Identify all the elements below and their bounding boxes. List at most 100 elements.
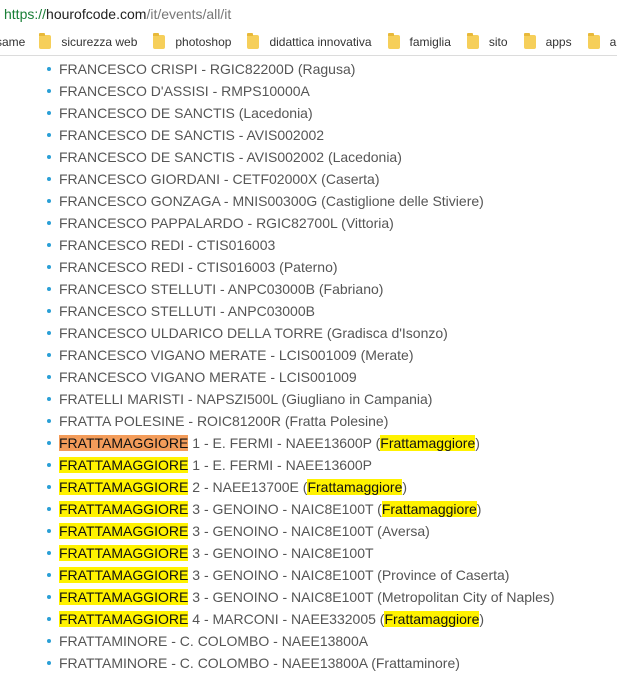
list-item: FRANCESCO DE SANCTIS (Lacedonia): [0, 102, 617, 124]
list-item: FRANCESCO DE SANCTIS - AVIS002002 (Laced…: [0, 146, 617, 168]
bookmark-folder-famiglia[interactable]: famiglia: [387, 32, 451, 49]
search-highlight: FRATTAMAGGIORE: [59, 435, 189, 451]
list-item: FRATTAMAGGIORE 1 - E. FERMI - NAEE13600P: [0, 454, 617, 476]
bullet-icon: [47, 507, 51, 511]
bookmarks-bar: same sicurezza web photoshop didattica i…: [0, 28, 617, 56]
event-text: ): [402, 479, 408, 495]
list-item: FRANCESCO VIGANO MERATE - LCIS001009 (Me…: [0, 344, 617, 366]
event-text: FRANCESCO REDI - CTIS016003 (Paterno): [59, 259, 338, 275]
bookmark-folder-photoshop[interactable]: photoshop: [153, 32, 231, 49]
event-text: FRANCESCO GONZAGA - MNIS00300G (Castigli…: [59, 193, 484, 209]
bookmark-folder-sito[interactable]: sito: [466, 32, 508, 49]
list-item: FRANCESCO REDI - CTIS016003 (Paterno): [0, 256, 617, 278]
list-item: FRATTA POLESINE - ROIC81200R (Fratta Pol…: [0, 410, 617, 432]
list-item: FRANCESCO STELLUTI - ANPC03000B: [0, 300, 617, 322]
search-highlight: Frattamaggiore: [380, 435, 476, 451]
bullet-icon: [47, 375, 51, 379]
list-item: FRANCESCO ULDARICO DELLA TORRE (Gradisca…: [0, 322, 617, 344]
event-link[interactable]: FRANCESCO VIGANO MERATE - LCIS001009: [59, 369, 357, 385]
bullet-icon: [47, 441, 51, 445]
event-link[interactable]: FRATTAMINORE - C. COLOMBO - NAEE13800A (…: [59, 655, 460, 671]
bullet-icon: [47, 485, 51, 489]
address-bar[interactable]: https://hourofcode.com/it/events/all/it: [0, 0, 617, 28]
event-link[interactable]: FRANCESCO CRISPI - RGIC82200D (Ragusa): [59, 61, 355, 77]
event-text: 3 - GENOINO - NAIC8E100T (Metropolitan C…: [188, 589, 555, 605]
event-text: FRATTA POLESINE - ROIC81200R (Fratta Pol…: [59, 413, 389, 429]
event-link[interactable]: FRATTAMINORE - C. COLOMBO - NAEE13800A: [59, 633, 368, 649]
search-highlight: FRATTAMAGGIORE: [59, 611, 189, 627]
event-text: FRANCESCO ULDARICO DELLA TORRE (Gradisca…: [59, 325, 448, 341]
bookmark-folder-apps[interactable]: apps: [523, 32, 572, 49]
list-item: FRATTAMAGGIORE 3 - GENOINO - NAIC8E100T …: [0, 586, 617, 608]
bookmark-folder-art[interactable]: art: [587, 32, 617, 49]
event-link[interactable]: FRANCESCO REDI - CTIS016003: [59, 237, 275, 253]
list-item: FRANCESCO PAPPALARDO - RGIC82700L (Vitto…: [0, 212, 617, 234]
bookmark-label: art: [609, 34, 617, 49]
bullet-icon: [47, 89, 51, 93]
event-link[interactable]: FRANCESCO D'ASSISI - RMPS10000A: [59, 83, 310, 99]
event-list: FRANCESCO CRISPI - RGIC82200D (Ragusa) FR…: [0, 58, 617, 674]
event-text: FRANCESCO CRISPI - RGIC82200D (Ragusa): [59, 61, 356, 77]
bookmark-item[interactable]: same: [0, 35, 25, 49]
search-highlight: FRATTAMAGGIORE: [59, 589, 189, 605]
list-item: FRANCESCO GIORDANI - CETF02000X (Caserta…: [0, 168, 617, 190]
event-link[interactable]: FRATTAMAGGIORE 1 - E. FERMI - NAEE13600P: [59, 457, 372, 473]
bullet-icon: [47, 397, 51, 401]
event-link[interactable]: FRATTAMAGGIORE 3 - GENOINO - NAIC8E100T: [59, 545, 374, 561]
bookmark-folder-sicurezza-web[interactable]: sicurezza web: [39, 32, 137, 49]
event-link[interactable]: FRANCESCO VIGANO MERATE - LCIS001009 (Me…: [59, 347, 414, 363]
search-highlight: Frattamaggiore: [381, 501, 477, 517]
list-item: FRATTAMAGGIORE 4 - MARCONI - NAEE332005 …: [0, 608, 617, 630]
event-link[interactable]: FRATTAMAGGIORE 2 - NAEE13700E (Frattamag…: [59, 479, 407, 495]
bullet-icon: [47, 265, 51, 269]
search-highlight: FRATTAMAGGIORE: [59, 479, 189, 495]
event-text: FRANCESCO REDI - CTIS016003: [59, 237, 276, 253]
event-link[interactable]: FRATTAMAGGIORE 3 - GENOINO - NAIC8E100T …: [59, 523, 430, 539]
bookmark-label: apps: [545, 34, 572, 49]
bullet-icon: [47, 551, 51, 555]
event-link[interactable]: FRANCESCO STELLUTI - ANPC03000B (Fabrian…: [59, 281, 383, 297]
list-item: FRATTAMAGGIORE 3 - GENOINO - NAIC8E100T …: [0, 564, 617, 586]
event-link[interactable]: FRATTAMAGGIORE 3 - GENOINO - NAIC8E100T …: [59, 501, 481, 517]
event-text: 3 - GENOINO - NAIC8E100T (: [188, 501, 382, 517]
list-item: FRANCESCO GONZAGA - MNIS00300G (Castigli…: [0, 190, 617, 212]
event-link[interactable]: FRANCESCO DE SANCTIS - AVIS002002 (Laced…: [59, 149, 402, 165]
search-highlight: FRATTAMAGGIORE: [59, 545, 189, 561]
event-text: FRANCESCO DE SANCTIS - AVIS002002 (Laced…: [59, 149, 402, 165]
bullet-icon: [47, 463, 51, 467]
event-link[interactable]: FRATELLI MARISTI - NAPSZI500L (Giugliano…: [59, 391, 432, 407]
folder-icon: [387, 32, 400, 49]
list-item: FRATTAMINORE - C. COLOMBO - NAEE13800A: [0, 630, 617, 652]
event-text: FRANCESCO STELLUTI - ANPC03000B (Fabrian…: [59, 281, 384, 297]
event-text: 3 - GENOINO - NAIC8E100T (Province of Ca…: [188, 567, 510, 583]
event-link[interactable]: FRANCESCO STELLUTI - ANPC03000B: [59, 303, 315, 319]
bullet-icon: [47, 243, 51, 247]
event-link[interactable]: FRANCESCO GONZAGA - MNIS00300G (Castigli…: [59, 193, 484, 209]
search-highlight: FRATTAMAGGIORE: [59, 501, 189, 517]
event-text: FRATTAMINORE - C. COLOMBO - NAEE13800A: [59, 633, 369, 649]
event-text: ): [479, 611, 485, 627]
folder-icon: [153, 32, 166, 49]
event-link[interactable]: FRANCESCO DE SANCTIS - AVIS002002: [59, 127, 324, 143]
event-link[interactable]: FRATTAMAGGIORE 3 - GENOINO - NAIC8E100T …: [59, 589, 555, 605]
event-link[interactable]: FRATTAMAGGIORE 3 - GENOINO - NAIC8E100T …: [59, 567, 509, 583]
list-item: FRATTAMAGGIORE 3 - GENOINO - NAIC8E100T …: [0, 498, 617, 520]
event-link[interactable]: FRANCESCO DE SANCTIS (Lacedonia): [59, 105, 313, 121]
event-link[interactable]: FRANCESCO ULDARICO DELLA TORRE (Gradisca…: [59, 325, 448, 341]
event-text: FRATTAMINORE - C. COLOMBO - NAEE13800A (…: [59, 655, 460, 671]
event-link[interactable]: FRANCESCO GIORDANI - CETF02000X (Caserta…: [59, 171, 380, 187]
event-text: 3 - GENOINO - NAIC8E100T: [188, 545, 374, 561]
folder-icon: [523, 32, 536, 49]
event-link[interactable]: FRANCESCO PAPPALARDO - RGIC82700L (Vitto…: [59, 215, 394, 231]
event-link[interactable]: FRANCESCO REDI - CTIS016003 (Paterno): [59, 259, 338, 275]
event-link[interactable]: FRATTA POLESINE - ROIC81200R (Fratta Pol…: [59, 413, 388, 429]
event-text: FRATELLI MARISTI - NAPSZI500L (Giugliano…: [59, 391, 433, 407]
event-text: FRANCESCO VIGANO MERATE - LCIS001009 (Me…: [59, 347, 414, 363]
bookmark-label: famiglia: [409, 34, 451, 49]
event-text: FRANCESCO PAPPALARDO - RGIC82700L (Vitto…: [59, 215, 394, 231]
bullet-icon: [47, 595, 51, 599]
event-link[interactable]: FRATTAMAGGIORE 4 - MARCONI - NAEE332005 …: [59, 611, 484, 627]
bullet-icon: [47, 331, 51, 335]
bookmark-folder-didattica-innovativa[interactable]: didattica innovativa: [247, 32, 372, 49]
event-link[interactable]: FRATTAMAGGIORE 1 - E. FERMI - NAEE13600P…: [59, 435, 480, 451]
